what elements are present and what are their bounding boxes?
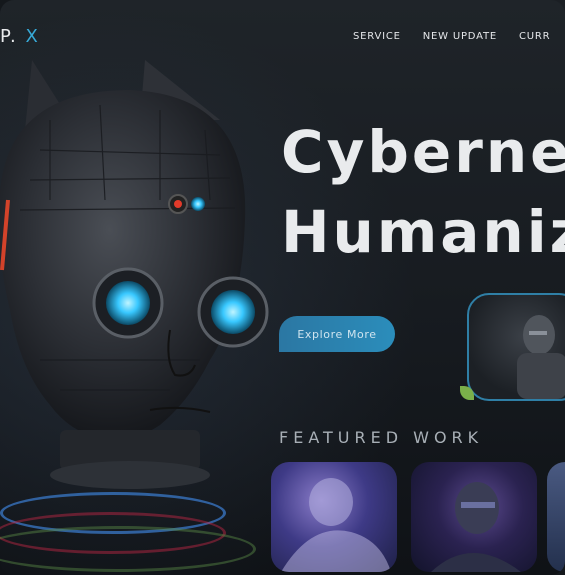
hero-headline: Cyberne Humaniz xyxy=(281,112,565,272)
logo-main: P. xyxy=(0,26,18,47)
robot-head-illustration xyxy=(0,60,280,575)
nav-item-new-update[interactable]: NEW UPDATE xyxy=(423,31,497,42)
explore-more-button[interactable]: Explore More xyxy=(279,316,395,352)
featured-work-card-2[interactable] xyxy=(411,462,537,572)
featured-work-title: FEATURED WORK xyxy=(279,428,484,447)
top-nav: SERVICE NEW UPDATE CURR xyxy=(353,31,550,42)
nav-item-service[interactable]: SERVICE xyxy=(353,31,401,42)
featured-work-card-3[interactable] xyxy=(547,462,565,572)
featured-work-card-1[interactable] xyxy=(271,462,397,572)
logo-accent: X xyxy=(25,26,40,47)
robot-figure-thumbnail[interactable] xyxy=(467,293,565,401)
headline-line-1: Cyberne xyxy=(281,118,565,186)
headline-line-2: Humaniz xyxy=(281,198,565,266)
logo[interactable]: P. X xyxy=(0,26,40,47)
page-frame: P. X SERVICE NEW UPDATE CURR Cyberne Hum… xyxy=(0,0,565,575)
nav-item-curr[interactable]: CURR xyxy=(519,31,550,42)
